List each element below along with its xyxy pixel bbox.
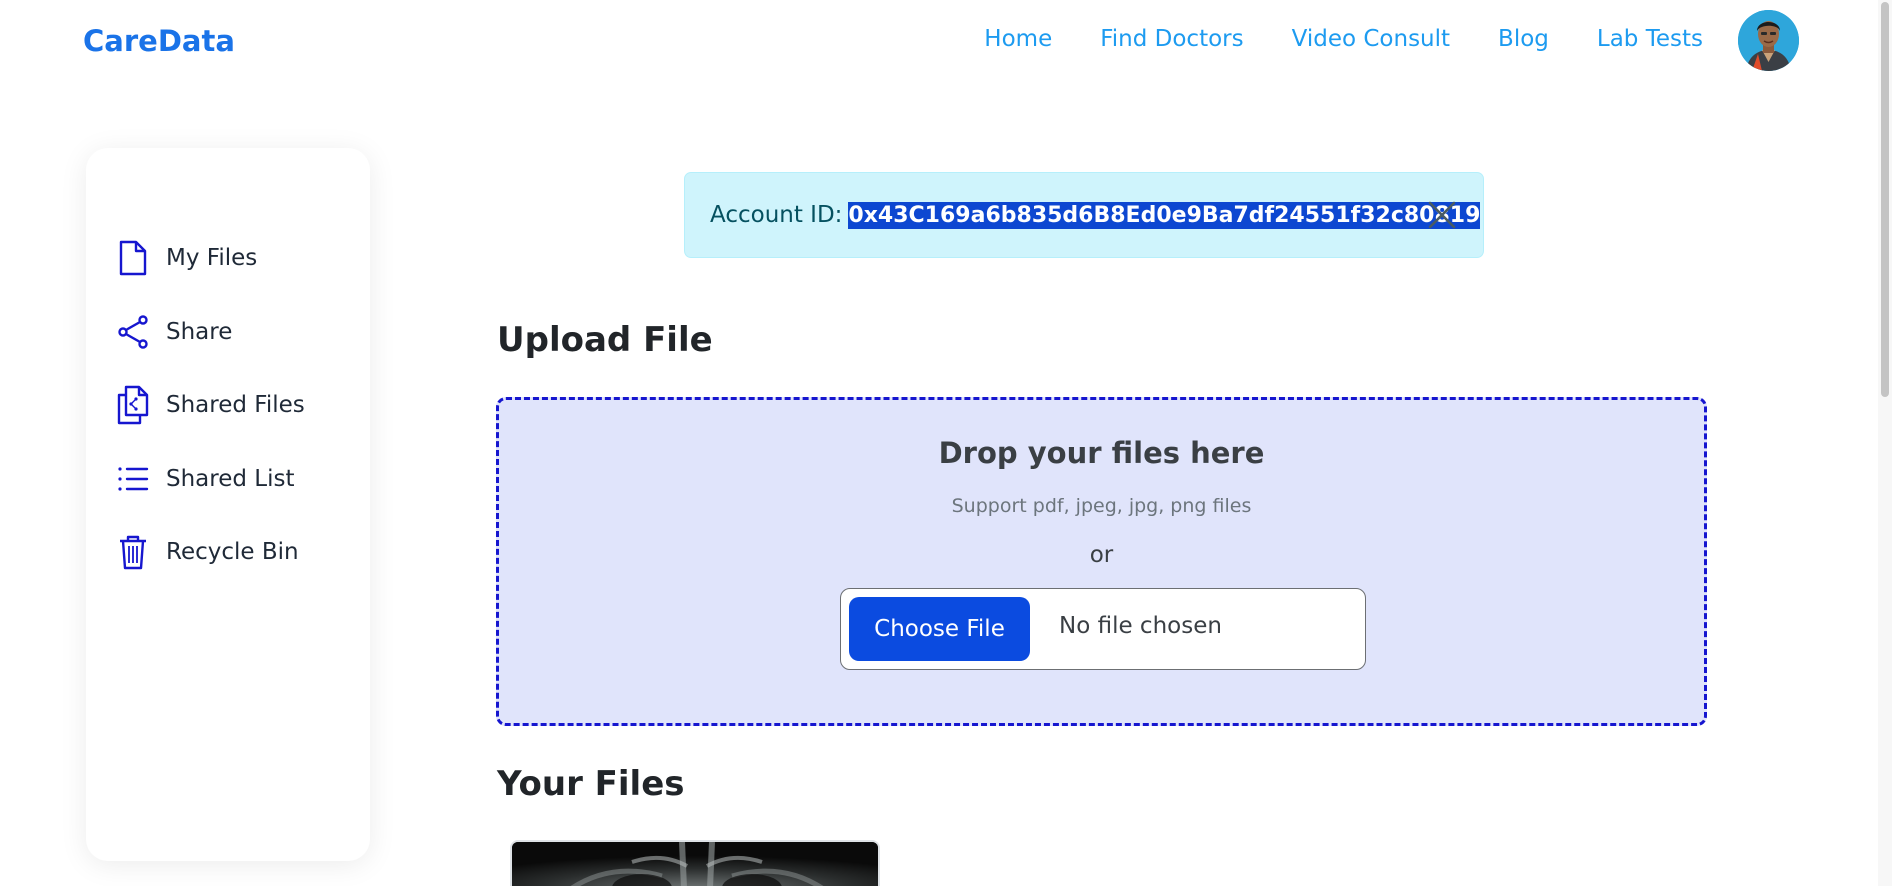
sidebar-item-label: Shared Files <box>166 392 305 418</box>
xray-image <box>512 842 878 886</box>
nav-link-lab-tests[interactable]: Lab Tests <box>1597 26 1703 52</box>
account-id-value[interactable]: 0x43C169a6b835d6B8Ed0e9Ba7df24551f32c808… <box>848 201 1481 229</box>
file-status-text: No file chosen <box>1059 613 1222 639</box>
nav-link-home[interactable]: Home <box>984 26 1052 52</box>
file-dropzone[interactable]: Drop your files here Support pdf, jpeg, … <box>496 397 1707 726</box>
dropzone-title: Drop your files here <box>938 436 1265 470</box>
sidebar-item-share[interactable]: Share <box>116 310 232 354</box>
avatar-image <box>1738 10 1799 71</box>
avatar[interactable] <box>1738 10 1799 71</box>
top-navbar: CareData Home Find Doctors Video Consult… <box>0 0 1892 84</box>
file-icon <box>116 238 150 278</box>
sidebar-item-shared-files[interactable]: Shared Files <box>116 383 305 427</box>
dropzone-or-text: or <box>1089 542 1114 568</box>
sidebar-item-label: Share <box>166 319 233 345</box>
nav-links: Home Find Doctors Video Consult Blog Lab… <box>936 26 1703 52</box>
choose-file-button[interactable]: Choose File <box>849 597 1030 661</box>
sidebar-item-my-files[interactable]: My Files <box>116 236 257 280</box>
share-icon <box>116 312 150 352</box>
sidebar-item-recycle-bin[interactable]: Recycle Bin <box>116 530 299 574</box>
file-card-thumbnail[interactable] <box>510 840 880 886</box>
brand-logo[interactable]: CareData <box>83 24 235 58</box>
sidebar-item-label: My Files <box>166 245 258 271</box>
nav-link-video-consult[interactable]: Video Consult <box>1292 26 1450 52</box>
account-id-label: Account ID: <box>710 202 843 228</box>
nav-link-find-doctors[interactable]: Find Doctors <box>1100 26 1243 52</box>
trash-icon <box>116 532 150 572</box>
dropzone-support-text: Support pdf, jpeg, jpg, png files <box>951 495 1252 517</box>
list-icon <box>116 459 150 499</box>
nav-link-blog[interactable]: Blog <box>1498 26 1549 52</box>
page-scrollbar[interactable] <box>1878 0 1892 886</box>
sidebar: My Files Share Shared Files Shared List … <box>86 148 370 861</box>
your-files-heading: Your Files <box>497 764 685 804</box>
sidebar-item-label: Recycle Bin <box>166 539 299 565</box>
shared-files-icon <box>116 385 150 425</box>
account-alert: Account ID: 0x43C169a6b835d6B8Ed0e9Ba7df… <box>684 172 1484 258</box>
sidebar-item-shared-list[interactable]: Shared List <box>116 457 295 501</box>
sidebar-item-label: Shared List <box>166 466 295 492</box>
file-input[interactable]: Choose File No file chosen <box>840 588 1366 670</box>
scrollbar-thumb[interactable] <box>1881 2 1889 397</box>
close-icon[interactable] <box>1425 198 1459 232</box>
upload-file-heading: Upload File <box>497 320 713 360</box>
